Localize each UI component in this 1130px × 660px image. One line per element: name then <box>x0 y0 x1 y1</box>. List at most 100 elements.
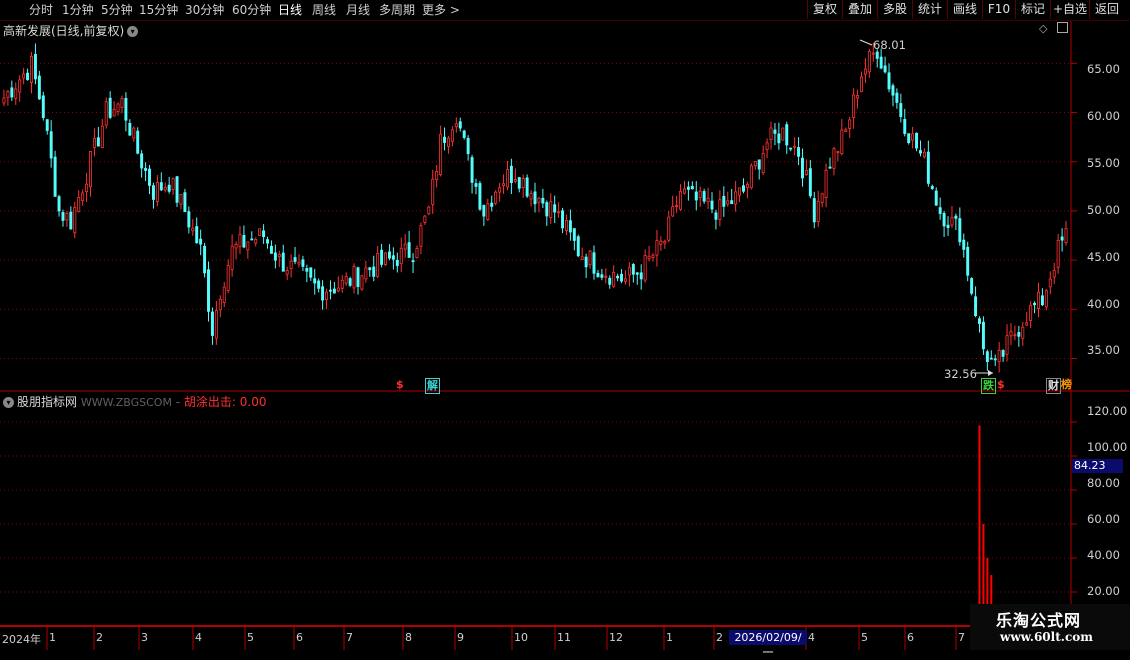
candle-body <box>557 211 561 214</box>
chevron-down-icon[interactable]: ▾ <box>3 397 14 408</box>
chevron-down-icon[interactable]: ▾ <box>127 26 139 37</box>
window-icon[interactable] <box>1057 22 1068 33</box>
candle-body <box>856 95 860 99</box>
site-watermark: 乐淘公式网 www.60lt.com <box>970 604 1130 650</box>
low-price-label: 32.56 <box>944 367 977 381</box>
candle-body <box>828 166 832 169</box>
diamond-icon[interactable]: ◇ <box>1039 22 1047 35</box>
back-button[interactable]: 返回 <box>1089 0 1124 19</box>
multi-stock-button[interactable]: 多股 <box>877 0 912 19</box>
restore-rights-button[interactable]: 复权 <box>807 0 842 19</box>
candle-body <box>891 85 895 96</box>
candle-body <box>985 351 989 362</box>
candle-body <box>203 245 207 274</box>
f10-button[interactable]: F10 <box>982 0 1015 19</box>
period-tab-15min[interactable]: 15分钟 <box>139 2 178 18</box>
candle-body <box>328 289 332 292</box>
indicator-title[interactable]: ▾ 股朋指标网 WWW.ZBGSCOM - 胡涂出击: 0.00 <box>3 393 267 410</box>
candle-body <box>482 205 486 217</box>
candle-body <box>974 296 978 317</box>
candle-body <box>588 250 592 266</box>
candle-body <box>875 51 879 59</box>
period-tab-monthly[interactable]: 月线 <box>346 2 370 18</box>
candle-body <box>254 239 258 244</box>
candle-body <box>73 207 77 234</box>
chart-canvas[interactable] <box>0 21 1130 650</box>
candle-body <box>486 203 490 220</box>
price-tick: 65.00 <box>1087 62 1120 76</box>
stock-title[interactable]: 高新发展(日线,前复权) ▾ <box>3 22 139 39</box>
month-label: 11 <box>557 631 571 644</box>
candle-body <box>262 230 266 238</box>
mark-button[interactable]: 标记 <box>1015 0 1050 19</box>
finance-marker[interactable]: 财 <box>1046 378 1061 394</box>
candle-body <box>686 186 690 190</box>
candle-body <box>1044 290 1048 308</box>
dividend-marker[interactable]: $ <box>996 378 1006 392</box>
month-label: 3 <box>141 631 148 644</box>
candle-body <box>250 238 254 241</box>
candle-body <box>564 220 568 231</box>
period-tab-1min[interactable]: 1分钟 <box>62 2 94 18</box>
candle-body <box>545 202 549 217</box>
candle-body <box>344 276 348 284</box>
unlock-marker[interactable]: 解 <box>425 378 440 394</box>
candle-body <box>623 278 627 282</box>
dividend-marker[interactable]: $ <box>395 378 405 392</box>
period-tab-5min[interactable]: 5分钟 <box>101 2 133 18</box>
candle-body <box>793 145 797 148</box>
price-tick: 35.00 <box>1087 343 1120 357</box>
candle-body <box>1029 304 1033 321</box>
candle-body <box>1013 334 1017 337</box>
candle-body <box>77 197 81 212</box>
candle-body <box>749 165 753 189</box>
statistics-button[interactable]: 统计 <box>912 0 947 19</box>
indicator-line-value: 0.00 <box>239 395 267 409</box>
draw-line-button[interactable]: 画线 <box>947 0 982 19</box>
overlay-button[interactable]: 叠加 <box>842 0 877 19</box>
period-tab-more[interactable]: 更多 > <box>422 2 460 18</box>
candle-body <box>104 101 108 126</box>
candle-body <box>238 234 242 247</box>
candle-body <box>446 137 450 147</box>
period-tab-timeshare[interactable]: 分时 <box>29 2 53 18</box>
candle-body <box>997 349 1001 363</box>
add-watchlist-button[interactable]: +自选 <box>1050 0 1089 19</box>
period-tab-multi[interactable]: 多周期 <box>379 2 415 18</box>
candle-body <box>498 187 502 193</box>
candle-body <box>69 211 73 230</box>
candle-body <box>761 152 765 173</box>
candle-body <box>698 190 702 198</box>
candle-body <box>214 310 218 339</box>
candle-body <box>364 267 368 280</box>
candle-body <box>505 169 509 188</box>
candle-body <box>403 243 407 250</box>
month-label: 1 <box>666 631 673 644</box>
candle-body <box>171 178 175 190</box>
candle-body <box>360 275 364 290</box>
candle-body <box>427 206 431 215</box>
period-tab-daily[interactable]: 日线 <box>278 2 302 18</box>
candle-body <box>1033 302 1037 306</box>
candle-body <box>269 245 273 254</box>
period-tab-30min[interactable]: 30分钟 <box>185 2 224 18</box>
candle-body <box>785 124 789 146</box>
candle-body <box>1001 350 1005 357</box>
candle-body <box>478 183 482 210</box>
candle-body <box>584 256 588 268</box>
candle-body <box>2 97 6 104</box>
candle-body <box>246 241 250 251</box>
candle-body <box>675 205 679 207</box>
period-tab-60min[interactable]: 60分钟 <box>232 2 271 18</box>
candle-body <box>1052 270 1056 278</box>
period-tab-weekly[interactable]: 周线 <box>312 2 336 18</box>
candle-body <box>950 216 954 226</box>
candle-body <box>509 165 513 184</box>
month-label: 9 <box>457 631 464 644</box>
ranking-marker[interactable]: 榜 <box>1060 378 1073 392</box>
high-pointer <box>859 39 873 46</box>
watermark-title: 乐淘公式网 <box>996 611 1082 630</box>
candle-body <box>604 275 608 278</box>
drop-marker[interactable]: 跌 <box>981 378 996 394</box>
candle-body <box>627 267 631 276</box>
